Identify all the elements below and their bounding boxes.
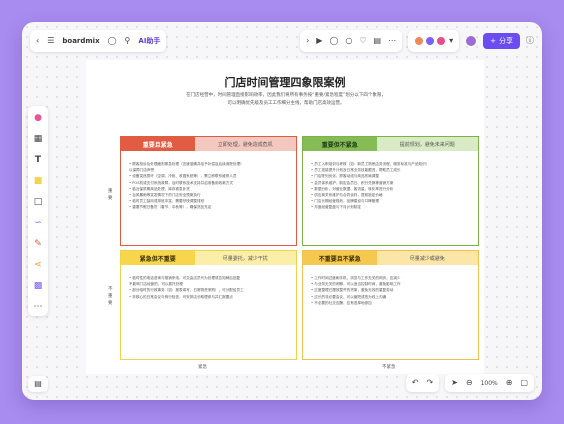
axis-label-bottom: 不重要 xyxy=(108,287,113,306)
quadrant-card[interactable]: 重要且紧急 立即处理，避免造成危机 • 顾客投诉及处理细则紧急处理（迅速准确并给予补… xyxy=(120,136,297,246)
back-icon[interactable]: ‹ xyxy=(36,37,39,45)
quadrant-header: 重要且紧急 立即处理，避免造成危机 xyxy=(121,137,296,151)
pointer-icon[interactable]: ➤ xyxy=(451,379,458,387)
more-tools-icon[interactable]: ⋯ xyxy=(34,301,43,313)
quadrant-item: • 重要节假日备货（春节、中秋等），确保货品充足 xyxy=(129,205,212,210)
canvas-board[interactable]: 门店时间管理四象限案例 在门店经营中，时间管理直接影响效率，因此我们将所有事务按… xyxy=(86,60,484,374)
mindmap-icon[interactable]: ⋖ xyxy=(34,259,42,271)
frame-icon[interactable]: ▦ xyxy=(34,133,43,145)
board-subtitle: 在门店经营中，时间管理直接影响效率，因此我们将所有事务按“重要/紧急程度”划分以… xyxy=(146,92,426,108)
chevron-down-icon[interactable]: ▾ xyxy=(449,37,453,45)
quadrant-item: • 月度经营复盘与下月计划制定 xyxy=(311,205,361,210)
like-icon[interactable]: ♡ xyxy=(359,37,366,45)
undo-icon[interactable]: ↶ xyxy=(412,379,419,387)
quadrant-tag: 重要且紧急 xyxy=(121,137,195,151)
library-icon[interactable]: ▤ xyxy=(374,37,382,45)
timer-icon[interactable]: ◯ xyxy=(329,37,338,45)
left-toolbar: ● ▦ T ■ □ ∽ ✎ ⋖ ▩ ⋯ xyxy=(28,106,48,316)
quadrant-header: 不重要且不紧急 尽量减少或避免 xyxy=(303,251,478,265)
app-logo[interactable]: boardmix xyxy=(62,37,99,45)
quadrant-header: 紧急但不重要 尽量委托，减少干扰 xyxy=(121,251,296,265)
connector-icon[interactable]: ∽ xyxy=(34,217,42,229)
minimap-icon: ▤ xyxy=(34,379,42,388)
zoom-in-icon[interactable]: ⊕ xyxy=(506,379,513,387)
board-title: 门店时间管理四象限案例 xyxy=(224,76,346,89)
quadrant-card[interactable]: 紧急但不重要 尽量委托，减少干扰 • 临时性的电话咨询与推销来电，可交由店员代为处理… xyxy=(120,250,297,360)
redo-icon[interactable]: ↷ xyxy=(426,379,433,387)
share-button[interactable]: + 分享 xyxy=(483,33,520,49)
quadrant-description: 提前规划，避免未来问题 xyxy=(376,137,478,151)
fit-view-icon[interactable]: ▢ xyxy=(520,379,528,387)
menu-icon[interactable]: ☰ xyxy=(47,37,54,45)
pen-icon[interactable]: ✎ xyxy=(34,238,42,250)
zoom-level[interactable]: 100% xyxy=(481,380,498,387)
color-palette-icon[interactable]: ● xyxy=(34,112,42,124)
quadrant-card[interactable]: 重要但不紧急 提前规划，避免未来问题 • 员工入职培训与考核（如：新员工熟悉店务流程… xyxy=(302,136,479,246)
quadrant-body: • 顾客投诉及处理细则紧急处理（迅速准确并给予补偿及后续追踪处理） 以保障门店声… xyxy=(129,161,290,211)
search-icon[interactable]: ⚲ xyxy=(125,37,131,45)
ai-assistant-button[interactable]: AI助手 xyxy=(138,36,160,46)
play-icon[interactable]: ▶ xyxy=(316,37,322,45)
quadrant-description: 尽量委托，减少干扰 xyxy=(194,251,296,265)
quadrant-body: • 临时性的电话咨询与推销来电，可交由店员代为处理或告知稍后回复 不影响门店经营… xyxy=(129,275,290,300)
share-label: 分享 xyxy=(499,37,513,45)
tools-pill: › ▶ ◯ ○ ♡ ▤ ⋯ xyxy=(300,30,403,52)
top-right-toolbar: › ▶ ◯ ○ ♡ ▤ ⋯ ▾ + 分享 ⓘ xyxy=(300,30,534,52)
user-plus-icon: + xyxy=(490,37,496,45)
quadrant-tag: 不重要且不紧急 xyxy=(303,251,377,265)
collaborators: ▾ xyxy=(408,30,460,52)
subtitle-line: 在门店经营中，时间管理直接影响效率，因此我们将所有事务按“重要/紧急程度”划分以… xyxy=(186,93,386,98)
tag-icon[interactable]: ◯ xyxy=(108,37,117,45)
quadrant-description: 尽量减少或避免 xyxy=(376,251,478,265)
avatar[interactable] xyxy=(414,36,425,46)
axis-label-right: 不紧急 xyxy=(382,365,396,370)
quadrant-tag: 紧急但不重要 xyxy=(121,251,195,265)
quadrant-item: • 不必要的社交应酬，应有选择地参加 xyxy=(311,300,372,305)
comment-icon[interactable]: ○ xyxy=(345,37,352,45)
shape-icon[interactable]: □ xyxy=(34,196,43,208)
user-avatar[interactable] xyxy=(465,35,478,47)
axis-label-left: 紧急 xyxy=(198,365,207,370)
template-icon[interactable]: ▩ xyxy=(34,280,43,292)
axis-label-top: 重要 xyxy=(108,189,113,201)
top-left-toolbar: ‹ ☰ boardmix ◯ ⚲ AI助手 xyxy=(30,30,167,52)
app-window: ‹ ☰ boardmix ◯ ⚲ AI助手 › ▶ ◯ ○ ♡ ▤ ⋯ ▾ + … xyxy=(22,22,542,400)
minimap-button[interactable]: ▤ xyxy=(28,376,48,392)
avatar[interactable] xyxy=(425,36,436,46)
quadrant-card[interactable]: 不重要且不紧急 尽量减少或避免 • 工作时间过度刷手机、浏览与工作无关的网页，应减少… xyxy=(302,250,479,360)
quadrant-body: • 工作时间过度刷手机、浏览与工作无关的网页，应减少 • 与业务无关的闲聊，可以适… xyxy=(311,275,472,306)
history-controls: ↶ ↷ xyxy=(405,374,440,392)
zoom-controls: ➤ ⊖ 100% ⊕ ▢ xyxy=(445,374,534,392)
quadrant-tag: 重要但不紧急 xyxy=(303,137,377,151)
sticky-note-icon[interactable]: ■ xyxy=(34,175,43,187)
help-icon[interactable]: ⓘ xyxy=(526,37,534,45)
quadrant-item: • 非核心的日常会议与例行检查，可安排店长助理参与并汇报要点 xyxy=(129,294,233,299)
zoom-out-icon[interactable]: ⊖ xyxy=(466,379,473,387)
avatar[interactable] xyxy=(436,36,447,46)
quadrant-description: 立即处理，避免造成危机 xyxy=(194,137,296,151)
quadrant-body: • 员工入职培训与考核（如：新员工熟悉店务流程、服务标准与产品知识） • 员工技能… xyxy=(311,161,472,211)
more-icon[interactable]: ⋯ xyxy=(388,37,396,45)
subtitle-line: 可以明确优先级及员工工作细分主线，帮助门店高效运营。 xyxy=(227,101,345,106)
text-icon[interactable]: T xyxy=(35,154,41,166)
quadrant-header: 重要但不紧急 提前规划，避免未来问题 xyxy=(303,137,478,151)
bottom-right-toolbar: ↶ ↷ ➤ ⊖ 100% ⊕ ▢ xyxy=(405,374,534,392)
expand-icon[interactable]: › xyxy=(306,37,309,45)
